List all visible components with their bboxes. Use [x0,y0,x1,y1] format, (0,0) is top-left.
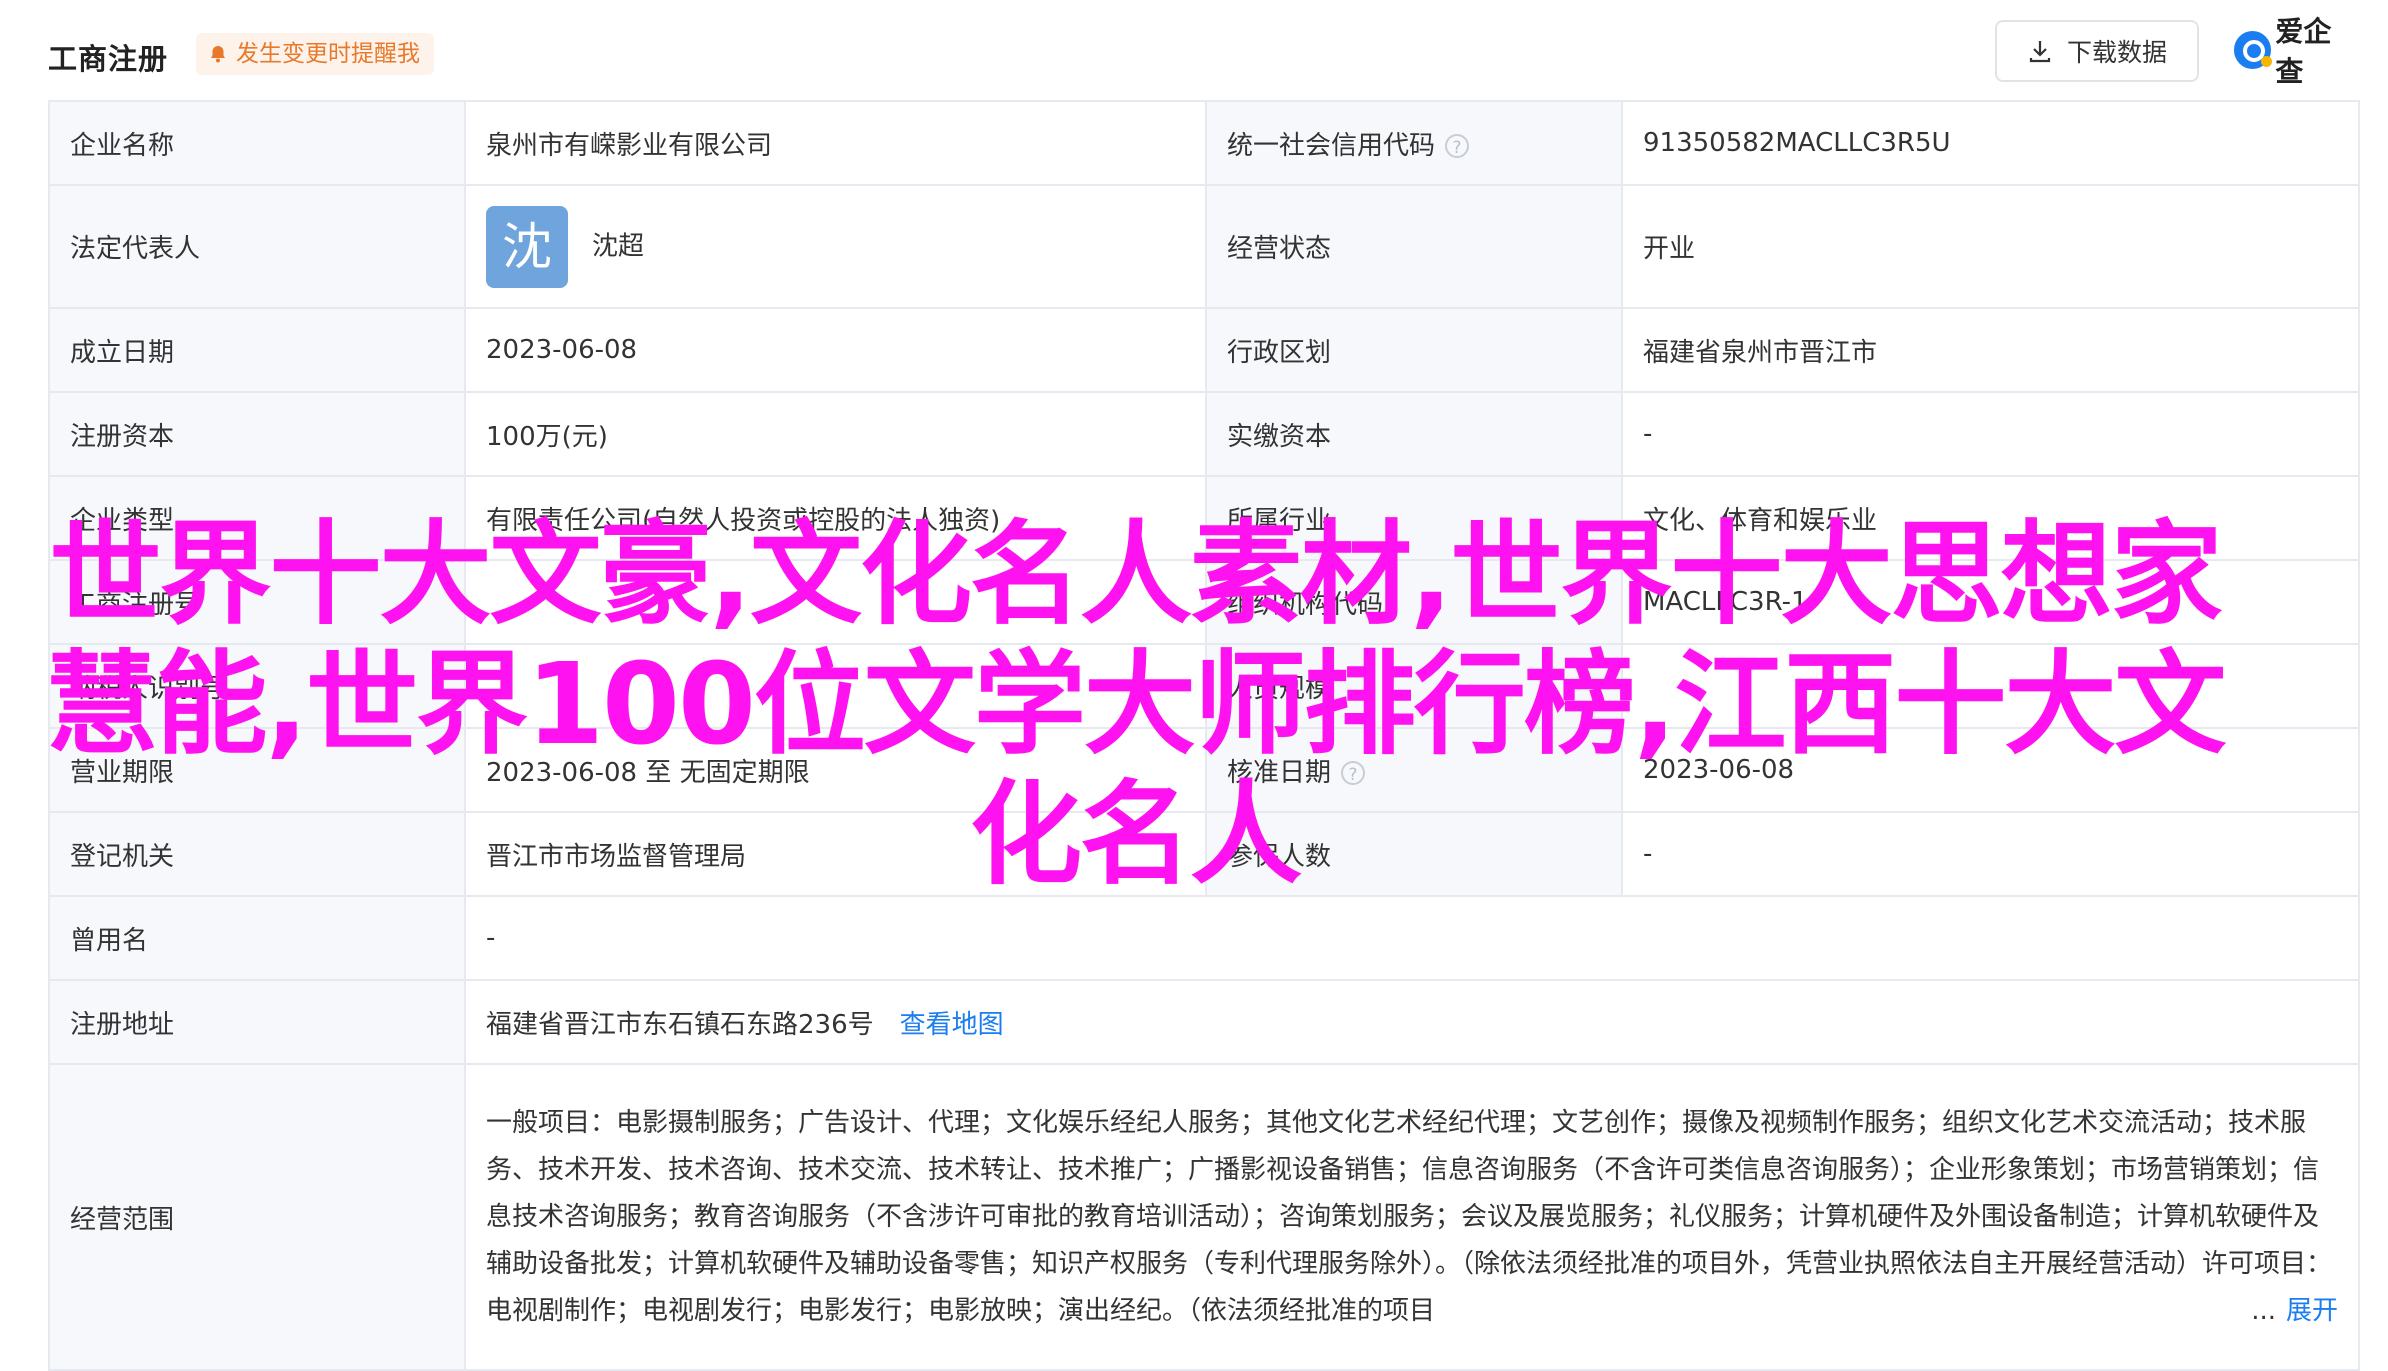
expand-label[interactable]: 展开 [2286,1296,2338,1326]
credit-code-value: 91350582MACLLC3R5U [1621,100,2360,186]
scope-cell: 一般项目：电影摄制服务；广告设计、代理；文化娱乐经纪人服务；其他文化艺术经纪代理… [464,1063,2360,1371]
download-button[interactable]: 下载数据 [1995,20,2199,82]
industry-label: 所属行业 [1205,475,1623,561]
term-value: 2023-06-08 至 无固定期限 [464,727,1207,813]
table-row: 曾用名 - [48,895,2360,981]
view-map-link[interactable]: 查看地图 [900,1010,1004,1040]
registration-table: 企业名称 泉州市有嵘影业有限公司 统一社会信用代码? 91350582MACLL… [48,100,2360,1371]
scope-value: 一般项目：电影摄制服务；广告设计、代理；文化娱乐经纪人服务；其他文化艺术经纪代理… [486,1107,2333,1326]
staff-label: 人员规模 [1205,643,1623,729]
type-value: 有限责任公司(自然人投资或控股的法人独资) [464,475,1207,561]
region-value: 福建省泉州市晋江市 [1621,307,2360,393]
aiqicha-logo: 爱企查 [2234,15,2358,88]
staff-value [1621,643,2360,729]
term-label: 营业期限 [48,727,466,813]
legal-rep-cell: 沈沈超 [464,184,1207,309]
bell-icon [211,46,225,63]
region-label: 行政区划 [1205,307,1623,393]
capital-value: 100万(元) [464,391,1207,477]
scope-text-wrap: 一般项目：电影摄制服务；广告设计、代理；文化娱乐经纪人服务；其他文化艺术经纪代理… [486,1100,2338,1335]
scope-label: 经营范围 [48,1063,466,1371]
paid-capital-value: - [1621,391,2360,477]
table-row: 经营范围 一般项目：电影摄制服务；广告设计、代理；文化娱乐经纪人服务；其他文化艺… [48,1063,2360,1371]
former-name-label: 曾用名 [48,895,466,981]
address-label: 注册地址 [48,979,466,1065]
industry-value: 文化、体育和娱乐业 [1621,475,2360,561]
credit-code-label-cell: 统一社会信用代码? [1205,100,1623,186]
insured-label: 参保人数 [1205,811,1623,897]
table-row: 法定代表人 沈沈超 经营状态 开业 [48,184,2360,309]
authority-label: 登记机关 [48,811,466,897]
download-icon [2029,41,2051,63]
credit-code-label: 统一社会信用代码 [1227,130,1436,161]
paid-capital-label: 实缴资本 [1205,391,1623,477]
table-row: 营业期限 2023-06-08 至 无固定期限 核准日期? 2023-06-08 [48,727,2360,813]
table-row: 登记机关 晋江市市场监督管理局 参保人数 - [48,811,2360,897]
legal-rep-value[interactable]: 沈超 [592,231,644,261]
approve-date-value: 2023-06-08 [1621,727,2360,813]
download-label: 下载数据 [2066,38,2167,67]
org-code-label: 组织机构代码 [1205,559,1623,645]
expand-link[interactable]: ... 展开 [2247,1287,2338,1335]
reg-no-label: 工商注册号 [48,559,466,645]
company-name-value: 泉州市有嵘影业有限公司 [464,100,1207,186]
table-row: 注册资本 100万(元) 实缴资本 - [48,391,2360,477]
founded-label: 成立日期 [48,307,466,393]
taxpayer-label: 纳税人识别号 [48,643,466,729]
capital-label: 注册资本 [48,391,466,477]
reg-no-value [464,559,1207,645]
company-name-label: 企业名称 [48,100,466,186]
approve-date-label: 核准日期 [1227,757,1332,788]
section-title: 工商注册 [48,42,169,76]
legal-rep-label: 法定代表人 [48,184,466,309]
status-label: 经营状态 [1205,184,1623,309]
status-value: 开业 [1621,184,2360,309]
help-icon[interactable]: ? [1445,134,1470,158]
insured-value: - [1621,811,2360,897]
table-row: 成立日期 2023-06-08 行政区划 福建省泉州市晋江市 [48,307,2360,393]
help-icon[interactable]: ? [1341,761,1366,785]
taxpayer-value [464,643,1207,729]
section-header: 工商注册 发生变更时提醒我 下载数据 爱企查 [48,15,2358,88]
address-value: 福建省晋江市东石镇石东路236号 [486,1009,874,1040]
table-row: 企业名称 泉州市有嵘影业有限公司 统一社会信用代码? 91350582MACLL… [48,100,2360,186]
approve-date-label-cell: 核准日期? [1205,727,1623,813]
logo-text: 爱企查 [2275,15,2332,88]
scope-ellipsis: ... [2251,1295,2276,1326]
change-alert-tag[interactable]: 发生变更时提醒我 [196,33,434,75]
avatar[interactable]: 沈 [486,205,568,288]
org-code-value: MACLLC3R-1 [1621,559,2360,645]
type-label: 企业类型 [48,475,466,561]
logo-q-icon [2234,31,2273,69]
founded-value: 2023-06-08 [464,307,1207,393]
address-cell: 福建省晋江市东石镇石东路236号 查看地图 [464,979,2360,1065]
table-row: 企业类型 有限责任公司(自然人投资或控股的法人独资) 所属行业 文化、体育和娱乐… [48,475,2360,561]
table-row: 注册地址 福建省晋江市东石镇石东路236号 查看地图 [48,979,2360,1065]
alert-tag-label: 发生变更时提醒我 [236,41,420,67]
table-row: 纳税人识别号 人员规模 [48,643,2360,729]
table-row: 工商注册号 组织机构代码 MACLLC3R-1 [48,559,2360,645]
former-name-value: - [464,895,2360,981]
authority-value: 晋江市市场监督管理局 [464,811,1207,897]
